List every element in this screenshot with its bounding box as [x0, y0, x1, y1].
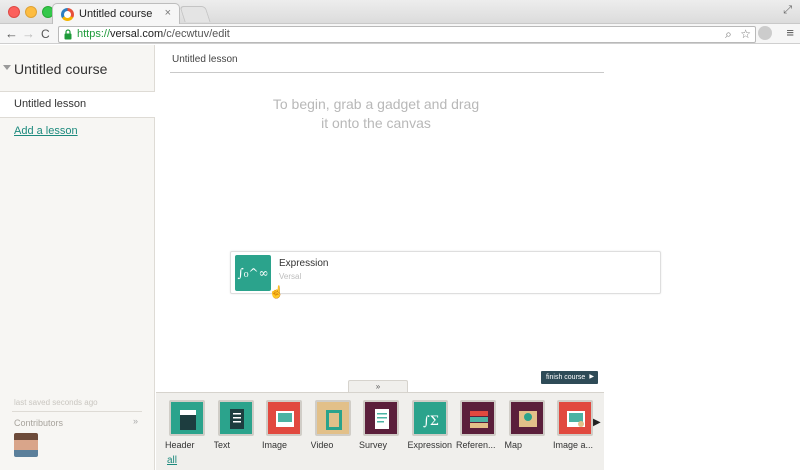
gadget-label: Image a...	[553, 440, 594, 450]
tray-next-arrow-icon[interactable]: ▶	[593, 417, 601, 428]
gadget-video[interactable]: Video	[310, 400, 356, 455]
map-icon	[508, 400, 545, 436]
finish-course-button[interactable]: finish course ▶	[541, 371, 598, 384]
url-path: /c/ecwtuv/edit	[163, 28, 230, 40]
gadget-label: Map	[504, 440, 523, 450]
gadget-name: Expression	[279, 258, 329, 269]
course-sidebar: Untitled course Untitled lesson Add a le…	[0, 45, 155, 470]
browser-tab[interactable]: Untitled course ×	[52, 3, 180, 25]
browser-menu-icon[interactable]: ≡	[786, 25, 794, 40]
address-bar[interactable]: https://versal.com/c/ecwtuv/edit ⌕ ☆	[58, 26, 756, 43]
versal-favicon-icon	[61, 8, 74, 21]
browser-titlebar: Untitled course × ⤢	[0, 0, 800, 25]
contributors-label: Contributors	[14, 418, 64, 428]
gadget-header[interactable]: Header	[164, 400, 210, 455]
play-caret-icon: ▶	[589, 374, 594, 380]
survey-icon	[363, 400, 399, 436]
add-lesson-link[interactable]: Add a lesson	[14, 125, 78, 137]
gadget-text[interactable]: Text	[213, 400, 259, 455]
browser-toolbar: ← → C https://versal.com/c/ecwtuv/edit ⌕…	[0, 24, 800, 44]
reference-icon	[460, 400, 496, 436]
contributors-expand-icon[interactable]: »	[133, 416, 138, 426]
video-icon	[314, 400, 351, 436]
course-title[interactable]: Untitled course	[14, 61, 107, 77]
lesson-item[interactable]: Untitled lesson	[0, 92, 155, 118]
gadget-label: Image	[262, 440, 288, 450]
divider	[12, 411, 142, 412]
forward-arrow-icon[interactable]: →	[22, 25, 35, 43]
dragging-gadget-card[interactable]: ∫₀^∞ Σ Expression Versal	[230, 251, 661, 316]
gadget-map[interactable]: Map	[504, 400, 550, 455]
lock-icon	[64, 29, 72, 40]
svg-text:∫Σ: ∫Σ	[423, 414, 439, 429]
collapse-caret-icon[interactable]	[3, 65, 11, 70]
expression-icon: ∫Σ	[411, 400, 448, 436]
bookmark-star-icon[interactable]: ☆	[740, 27, 751, 41]
text-icon	[217, 400, 254, 436]
gadget-label: Expression	[407, 440, 453, 450]
image-annotation-icon	[557, 400, 593, 436]
canvas-hint: To begin, grab a gadget and drag it onto…	[272, 96, 480, 131]
gadget-label: Video	[310, 440, 334, 450]
image-icon	[266, 400, 302, 436]
finish-course-label: finish course	[546, 374, 586, 381]
versal-editor: Untitled course Untitled lesson Add a le…	[0, 45, 800, 470]
hand-cursor-icon: ☝	[269, 285, 284, 299]
lesson-canvas[interactable]: Untitled lesson To begin, grab a gadget …	[156, 45, 800, 470]
title-underline	[170, 72, 604, 73]
contributor-avatar[interactable]	[14, 433, 38, 457]
url-host: versal.com	[110, 28, 164, 40]
tab-title: Untitled course	[79, 8, 153, 20]
back-arrow-icon[interactable]: ←	[5, 25, 18, 43]
url-scheme: https://	[77, 28, 111, 40]
gadget-survey[interactable]: Survey	[358, 400, 404, 455]
gadget-tray: Header Text Image Video Survey ∫Σ Expression Re…	[156, 392, 604, 470]
gadget-reference[interactable]: Referen...	[455, 400, 501, 455]
course-header: Untitled course	[0, 45, 155, 92]
window-close-button[interactable]	[8, 6, 20, 18]
gadget-label: Referen...	[456, 440, 496, 450]
new-tab-button[interactable]	[179, 6, 211, 22]
all-gadgets-link[interactable]: all	[167, 455, 177, 466]
header-icon	[169, 400, 205, 436]
gadget-label: Header	[165, 440, 195, 450]
window-minimize-button[interactable]	[25, 6, 37, 18]
expression-icon: ∫₀^∞ Σ	[235, 255, 271, 316]
gadget-label: Survey	[359, 440, 388, 450]
gadget-label: Text	[213, 440, 231, 450]
lesson-title[interactable]: Untitled lesson	[172, 54, 238, 65]
gadget-image-annotation[interactable]: Image a...	[552, 400, 598, 455]
gadget-source: Versal	[279, 272, 302, 281]
url-text: https://versal.com/c/ecwtuv/edit	[77, 28, 230, 40]
gadget-expression[interactable]: ∫Σ Expression	[407, 400, 453, 455]
saved-status: last saved seconds ago	[14, 398, 98, 407]
fullscreen-icon[interactable]: ⤢	[783, 4, 792, 17]
search-icon[interactable]: ⌕	[725, 27, 732, 41]
extension-icon[interactable]	[758, 26, 772, 40]
gadget-image[interactable]: Image	[261, 400, 307, 455]
reload-icon[interactable]: C	[41, 25, 50, 43]
address-bar-actions: ⌕ ☆	[720, 27, 751, 42]
tab-close-icon[interactable]: ×	[165, 7, 171, 19]
